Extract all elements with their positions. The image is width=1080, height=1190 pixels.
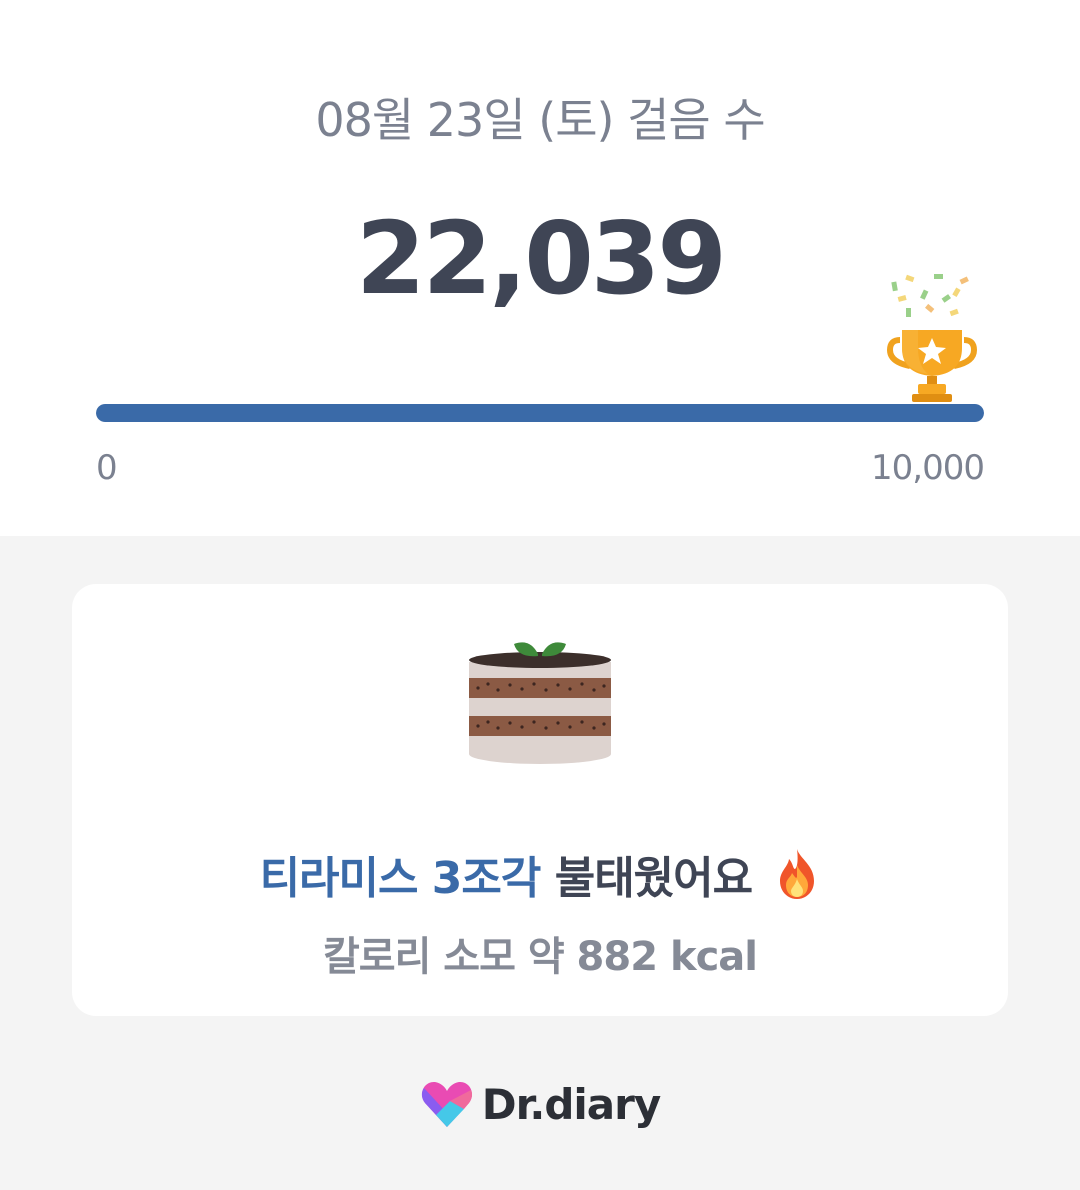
- tiramisu-cake-icon: [469, 642, 611, 764]
- heart-logo-icon: [421, 1081, 472, 1127]
- burn-rest: 불태웠어요: [540, 853, 753, 904]
- step-summary-section: 08월 23일 (토) 걸음 수 22,039 0 10,000: [0, 0, 1080, 536]
- brand-footer: Dr.diary: [0, 1074, 1080, 1134]
- step-progress-bar: [96, 404, 984, 422]
- date-title: 08월 23일 (토) 걸음 수: [315, 93, 765, 147]
- burn-message: 티라미스 3조각 불태웠어요: [72, 842, 1008, 906]
- brand-name: Dr.diary: [481, 1079, 661, 1129]
- progress-min-label: 0: [96, 448, 118, 488]
- calorie-card: 티라미스 3조각 불태웠어요 칼로리 소모 약 882 kcal: [72, 584, 1008, 1016]
- burn-highlight: 티라미스 3조각: [259, 853, 542, 904]
- progress-goal-label: 10,000: [871, 448, 985, 488]
- step-progress-fill: [96, 404, 984, 422]
- confetti: [891, 274, 969, 317]
- fire-icon: [780, 849, 815, 899]
- trophy-icon: [886, 274, 978, 402]
- calorie-text: 칼로리 소모 약 882 kcal: [322, 934, 758, 980]
